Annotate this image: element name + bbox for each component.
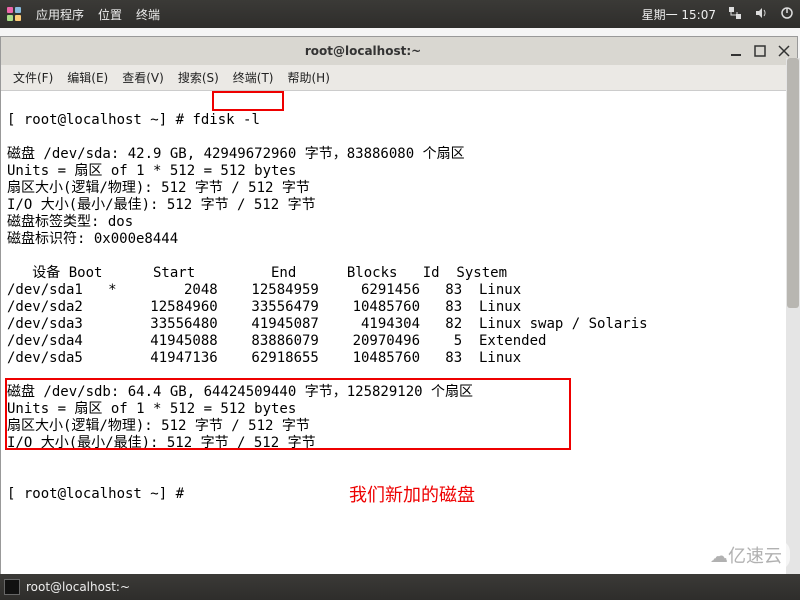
prompt: [ root@localhost ~] # [7, 112, 192, 128]
menu-terminal-menu[interactable]: 终端(T) [227, 67, 280, 88]
highlight-command-box [212, 91, 284, 111]
menu-view[interactable]: 查看(V) [116, 67, 170, 88]
taskbar: root@localhost:~ [0, 574, 800, 600]
output-line: 扇区大小(逻辑/物理): 512 字节 / 512 字节 [7, 180, 310, 196]
menu-file[interactable]: 文件(F) [7, 67, 59, 88]
output-line: 磁盘标识符: 0x000e8444 [7, 231, 178, 247]
minimize-button[interactable] [729, 44, 743, 58]
menu-search[interactable]: 搜索(S) [172, 67, 225, 88]
output-line: Units = 扇区 of 1 * 512 = 512 bytes [7, 163, 296, 179]
titlebar[interactable]: root@localhost:~ [1, 37, 797, 65]
table-row: /dev/sda3 33556480 41945087 4194304 82 L… [7, 316, 648, 332]
terminal-window: root@localhost:~ 文件(F) 编辑(E) 查看(V) 搜索(S)… [0, 36, 798, 588]
window-title: root@localhost:~ [7, 44, 719, 58]
activities-icon[interactable] [6, 6, 22, 22]
table-row: /dev/sda2 12584960 33556479 10485760 83 … [7, 299, 521, 315]
table-row: /dev/sda1 * 2048 12584959 6291456 83 Lin… [7, 282, 521, 298]
output-line [7, 452, 15, 468]
output-line [7, 469, 15, 485]
network-icon[interactable] [728, 6, 742, 23]
watermark: ☁亿速云 [702, 540, 790, 570]
vertical-scrollbar[interactable] [786, 58, 800, 574]
scroll-thumb[interactable] [787, 58, 799, 308]
power-icon[interactable] [780, 6, 794, 23]
command: fdisk -l [192, 112, 259, 128]
cloud-icon: ☁ [710, 546, 728, 567]
annotation-text: 我们新加的磁盘 [349, 486, 475, 503]
table-header: 设备 Boot Start End Blocks Id System [7, 265, 507, 281]
output-line: 磁盘标签类型: dos [7, 214, 133, 230]
table-row: /dev/sda4 41945088 83886079 20970496 5 E… [7, 333, 546, 349]
taskbar-window-label[interactable]: root@localhost:~ [26, 580, 130, 594]
menubar: 文件(F) 编辑(E) 查看(V) 搜索(S) 终端(T) 帮助(H) [1, 65, 797, 91]
gnome-topbar: 应用程序 位置 终端 星期一 15:07 [0, 0, 800, 28]
taskbar-terminal-icon[interactable] [4, 579, 20, 595]
menu-applications[interactable]: 应用程序 [36, 6, 84, 23]
menu-places[interactable]: 位置 [98, 6, 122, 23]
maximize-button[interactable] [753, 44, 767, 58]
output-line: 磁盘 /dev/sda: 42.9 GB, 42949672960 字节，838… [7, 146, 465, 162]
close-button[interactable] [777, 44, 791, 58]
terminal-body[interactable]: [ root@localhost ~] # fdisk -l 磁盘 /dev/s… [1, 91, 797, 587]
output-line: I/O 大小(最小/最佳): 512 字节 / 512 字节 [7, 197, 316, 213]
highlight-new-disk-box [5, 378, 571, 450]
output-line [7, 248, 15, 264]
output-line [7, 129, 15, 145]
menu-edit[interactable]: 编辑(E) [61, 67, 114, 88]
menu-terminal[interactable]: 终端 [136, 6, 160, 23]
volume-icon[interactable] [754, 6, 768, 23]
menu-help[interactable]: 帮助(H) [282, 67, 336, 88]
table-row: /dev/sda5 41947136 62918655 10485760 83 … [7, 350, 521, 366]
prompt: [ root@localhost ~] # [7, 486, 192, 502]
clock[interactable]: 星期一 15:07 [642, 6, 716, 23]
